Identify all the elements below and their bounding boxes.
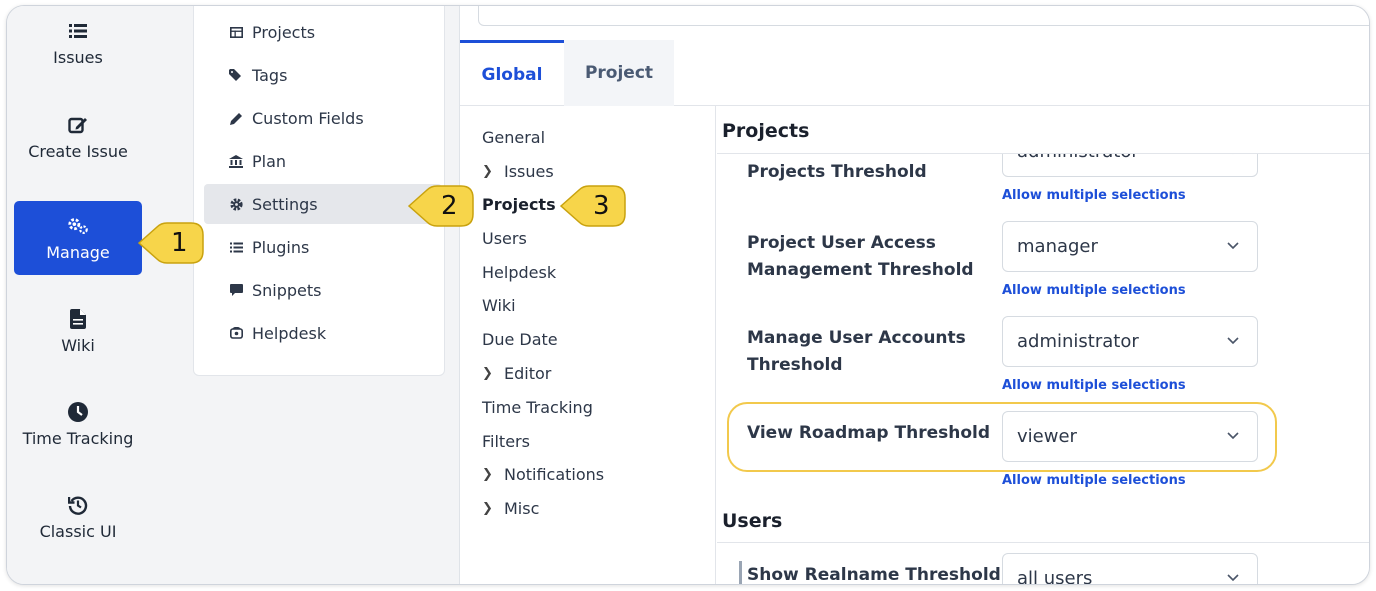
manage-user-accounts-select[interactable]: administrator (1002, 316, 1258, 367)
edit-icon (67, 114, 89, 136)
rail-item-label: Create Issue (28, 141, 128, 161)
manage-menu-column: Projects Tags Custom Fields Plan Setting… (175, 6, 459, 584)
menu-item-plan[interactable]: Plan (204, 141, 442, 181)
rail-item-label: Wiki (61, 335, 95, 355)
menu-item-plugins[interactable]: Plugins (204, 227, 442, 267)
table-icon (229, 25, 243, 39)
row-indicator (739, 561, 742, 584)
gears-icon (67, 215, 89, 237)
allow-multiple-link[interactable]: Allow multiple selections (1002, 283, 1186, 298)
show-realname-select[interactable]: all users (1002, 553, 1258, 584)
project-user-access-select[interactable]: manager (1002, 221, 1258, 272)
pencil-icon (229, 111, 243, 125)
tag-icon (229, 68, 243, 82)
rail-item-time-tracking[interactable]: Time Tracking (14, 387, 142, 461)
callout-number: 2 (441, 191, 458, 221)
subnav-issues[interactable]: ❯ Issues (482, 162, 554, 181)
tab-project[interactable]: Project (564, 40, 674, 106)
bank-icon (229, 154, 243, 168)
chevron-right-icon: ❯ (482, 467, 493, 482)
settings-main: Global Project General ❯ Issues Projects … (459, 6, 1369, 584)
section-title-users: Users (722, 510, 783, 532)
subnav-helpdesk[interactable]: Helpdesk (482, 263, 556, 282)
document-icon (67, 308, 89, 330)
chevron-down-icon (1227, 242, 1239, 250)
subnav-wiki[interactable]: Wiki (482, 296, 516, 315)
section-title-projects: Projects (722, 120, 810, 142)
top-search-input[interactable] (478, 6, 1369, 26)
rail-item-classic-ui[interactable]: Classic UI (14, 480, 142, 554)
chevron-right-icon: ❯ (482, 501, 493, 516)
rail-item-wiki[interactable]: Wiki (14, 294, 142, 368)
list-icon (229, 240, 243, 254)
chevron-down-icon (1227, 432, 1239, 440)
callout-3: 3 (557, 180, 629, 232)
subnav-time-tracking[interactable]: Time Tracking (482, 398, 593, 417)
chevron-right-icon: ❯ (482, 164, 493, 179)
subnav-users[interactable]: Users (482, 229, 527, 248)
allow-multiple-link[interactable]: Allow multiple selections (1002, 473, 1186, 488)
subnav-misc[interactable]: ❯ Misc (482, 499, 539, 518)
rail-item-manage[interactable]: Manage (14, 201, 142, 275)
cog-icon (229, 197, 243, 211)
settings-tabs: Global Project (460, 40, 1369, 106)
callout-2: 2 (405, 180, 477, 232)
subnav-due-date[interactable]: Due Date (482, 330, 558, 349)
subnav-projects[interactable]: Projects (482, 195, 556, 214)
app-window: Issues Create Issue Manage Wiki Time Tra… (6, 5, 1370, 585)
primary-nav-rail: Issues Create Issue Manage Wiki Time Tra… (7, 6, 175, 584)
setting-label-project-user-access: Project User Access Management Threshold (747, 233, 974, 280)
subnav-general[interactable]: General (482, 128, 545, 147)
view-roadmap-select[interactable]: viewer (1002, 411, 1258, 462)
callout-number: 1 (171, 228, 188, 258)
rail-item-label: Issues (53, 47, 103, 67)
history-icon (67, 494, 89, 516)
rail-item-issues[interactable]: Issues (14, 6, 142, 80)
callout-number: 3 (593, 191, 610, 221)
menu-item-tags[interactable]: Tags (204, 55, 442, 95)
menu-item-snippets[interactable]: Snippets (204, 270, 442, 310)
rail-item-label: Manage (46, 242, 110, 262)
setting-label-manage-user-accounts: Manage User Accounts Threshold (747, 328, 966, 375)
settings-content: Auto-include in Private Projects Thresho… (717, 106, 1369, 584)
helpdesk-icon (229, 326, 243, 340)
chevron-down-icon (1227, 337, 1239, 345)
menu-item-projects[interactable]: Projects (204, 12, 442, 52)
projects-section-header: Projects (717, 106, 1369, 153)
setting-label-view-roadmap: View Roadmap Threshold (747, 423, 991, 443)
clock-icon (67, 401, 89, 423)
callout-1: 1 (135, 217, 207, 269)
menu-item-custom-fields[interactable]: Custom Fields (204, 98, 442, 138)
chevron-right-icon: ❯ (482, 366, 493, 381)
chevron-down-icon (1227, 574, 1239, 582)
allow-multiple-link[interactable]: Allow multiple selections (1002, 378, 1186, 393)
comment-icon (229, 283, 243, 297)
list-icon (67, 20, 89, 42)
subnav-filters[interactable]: Filters (482, 432, 530, 451)
rail-item-label: Time Tracking (22, 428, 134, 448)
rail-item-label: Classic UI (39, 521, 117, 541)
settings-subnav: General ❯ Issues Projects Users Helpdesk … (460, 106, 716, 584)
allow-multiple-link[interactable]: Allow multiple selections (1002, 188, 1186, 203)
tab-global[interactable]: Global (460, 40, 564, 106)
subnav-notifications[interactable]: ❯ Notifications (482, 465, 604, 484)
divider (717, 153, 1369, 154)
menu-item-helpdesk[interactable]: Helpdesk (204, 313, 442, 353)
subnav-editor[interactable]: ❯ Editor (482, 364, 551, 383)
setting-label-show-realname: Show Realname Threshold (747, 565, 1001, 584)
rail-item-create-issue[interactable]: Create Issue (14, 100, 142, 174)
divider (717, 542, 1369, 543)
